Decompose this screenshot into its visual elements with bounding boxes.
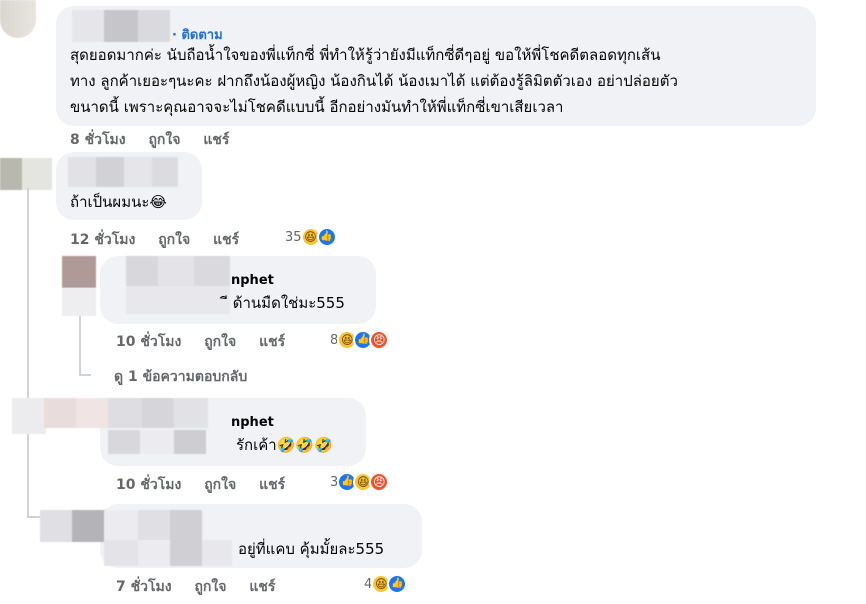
thread-line — [27, 516, 41, 518]
share-button[interactable]: แชร์ — [259, 331, 285, 353]
timestamp[interactable]: 7 ชั่วโมง — [116, 576, 172, 598]
timestamp[interactable]: 10 ชั่วโมง — [116, 331, 181, 353]
share-button[interactable]: แชร์ — [203, 129, 229, 151]
avatar[interactable] — [0, 0, 36, 38]
reaction-summary[interactable]: 3 👍 😆 😠 — [330, 472, 390, 492]
comment-text-line-1: สุดยอดมากค่ะ นับถือน้ำใจของพี่แท็กซี่ พี… — [70, 46, 661, 64]
reaction-summary[interactable]: 35 😆 👍 — [285, 227, 337, 247]
commenter-name-redacted[interactable] — [72, 10, 170, 42]
like-button[interactable]: ถูกใจ — [194, 576, 226, 598]
reply-actions: 10 ชั่วโมง ถูกใจ แชร์ — [116, 331, 303, 353]
avatar[interactable] — [40, 510, 106, 542]
share-button[interactable]: แชร์ — [259, 474, 285, 496]
like-button[interactable]: ถูกใจ — [158, 229, 190, 251]
timestamp[interactable]: 10 ชั่วโมง — [116, 474, 181, 496]
commenter-name-partial[interactable]: nphet — [231, 273, 274, 288]
commenter-name-redacted[interactable] — [104, 510, 234, 566]
like-reaction-icon: 👍 — [387, 574, 408, 594]
share-button[interactable]: แชร์ — [213, 229, 239, 251]
commenter-name-redacted[interactable] — [62, 256, 232, 316]
reply-actions: 10 ชั่วโมง ถูกใจ แชร์ — [116, 474, 303, 496]
avatar[interactable] — [12, 398, 46, 434]
like-button[interactable]: ถูกใจ — [148, 129, 180, 151]
reply-actions: 7 ชั่วโมง ถูกใจ แชร์ — [116, 576, 293, 598]
like-button[interactable]: ถูกใจ — [204, 331, 236, 353]
comment-text-line-3: ขนาดนี้ เพราะคุณอาจจะไม่โชคดีแบบนี้ อีกอ… — [70, 98, 564, 116]
like-reaction-icon: 👍 — [316, 227, 337, 247]
timestamp[interactable]: 8 ชั่วโมง — [70, 129, 126, 151]
commenter-name-redacted[interactable] — [44, 398, 234, 458]
reaction-count: 35 — [285, 229, 302, 245]
comment-actions: 12 ชั่วโมง ถูกใจ แชร์ — [70, 229, 257, 251]
angry-reaction-icon: 😠 — [369, 472, 390, 492]
commenter-name-partial[interactable]: nphet — [231, 415, 274, 430]
reply-thread-line — [79, 374, 91, 376]
reaction-summary[interactable]: 4 😆 👍 — [364, 574, 408, 594]
like-button[interactable]: ถูกใจ — [204, 474, 236, 496]
thread-line — [27, 188, 29, 518]
reply-text: รักเค้า🤣🤣🤣 — [236, 436, 333, 454]
share-button[interactable]: แชร์ — [249, 576, 275, 598]
commenter-name-redacted[interactable] — [68, 157, 178, 187]
comment-text: ถ้าเป็นผมนะ😂 — [70, 193, 167, 211]
comment-text-line-2: ทาง ลูกค้าเยอะๆนะคะ ฝากถึงน้องผู้หญิง น้… — [70, 72, 678, 90]
avatar[interactable] — [0, 158, 52, 190]
reaction-summary[interactable]: 8 😆 👍 😠 — [330, 330, 390, 350]
timestamp[interactable]: 12 ชั่วโมง — [70, 229, 135, 251]
angry-reaction-icon: 😠 — [369, 330, 390, 350]
view-replies-link[interactable]: ดู 1 ข้อความตอบกลับ — [114, 366, 247, 388]
comment-actions: 8 ชั่วโมง ถูกใจ แชร์ — [70, 129, 247, 151]
reply-text: อยู่ที่แคบ คุ้มมั้ยละ555 — [238, 540, 385, 558]
reply-text: ี ด้านมืดใช่มะ555 — [228, 294, 345, 312]
